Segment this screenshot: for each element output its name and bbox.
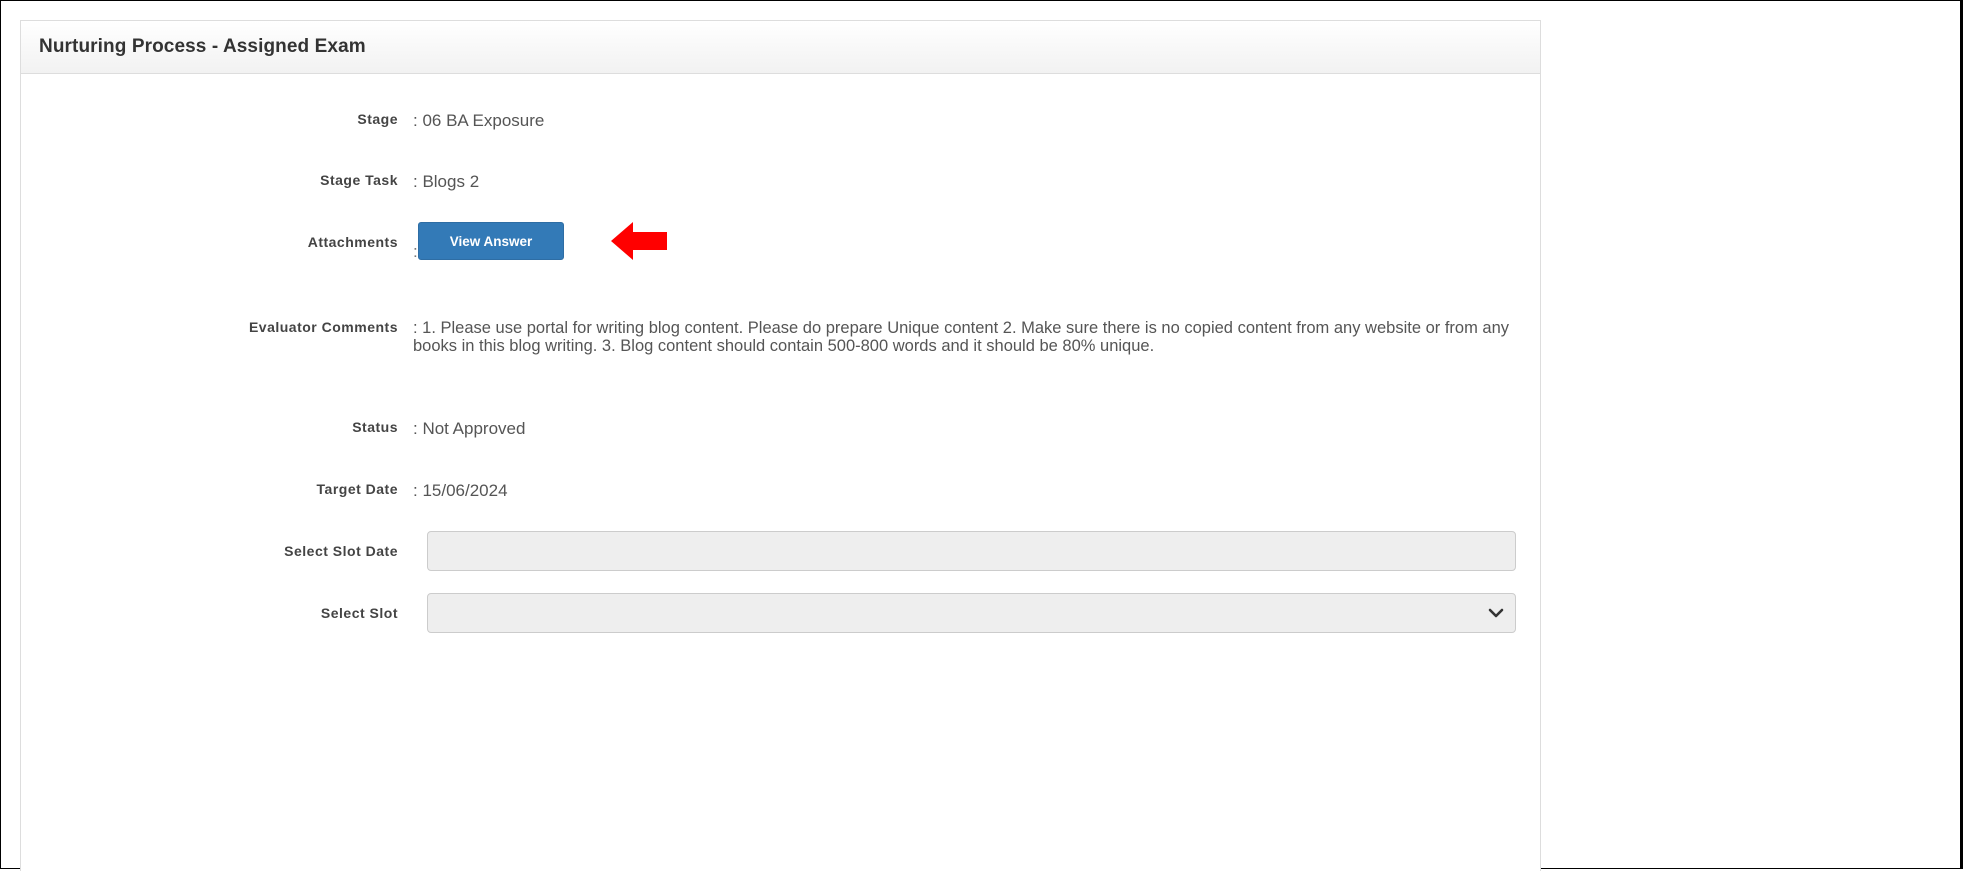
status-label: Status (352, 419, 398, 435)
status-value: : Not Approved (413, 419, 526, 438)
slot-select-box[interactable] (427, 593, 1516, 633)
evaluator-comments-value: : 1. Please use portal for writing blog … (413, 319, 1510, 355)
stage-task-label: Stage Task (320, 172, 398, 188)
slot-date-input[interactable] (427, 531, 1516, 571)
stage-value: : 06 BA Exposure (413, 111, 545, 130)
stage-label: Stage (357, 111, 398, 127)
target-date-label: Target Date (316, 481, 398, 497)
slot-date-label: Select Slot Date (284, 543, 398, 559)
assigned-exam-panel: Nurturing Process - Assigned Exam Stage … (20, 20, 1541, 871)
target-date-value: : 15/06/2024 (413, 481, 508, 500)
stage-task-value: : Blogs 2 (413, 172, 480, 191)
view-answer-button[interactable]: View Answer (418, 222, 564, 260)
slot-select[interactable] (427, 593, 1516, 633)
panel-heading: Nurturing Process - Assigned Exam (21, 21, 1540, 74)
attachments-label: Attachments (307, 234, 398, 250)
left-arrow-icon (611, 222, 667, 260)
slot-label: Select Slot (320, 605, 398, 621)
panel-title: Nurturing Process - Assigned Exam (39, 36, 366, 57)
chevron-down-icon (1488, 608, 1504, 618)
evaluator-comments-label: Evaluator Comments (248, 319, 398, 335)
